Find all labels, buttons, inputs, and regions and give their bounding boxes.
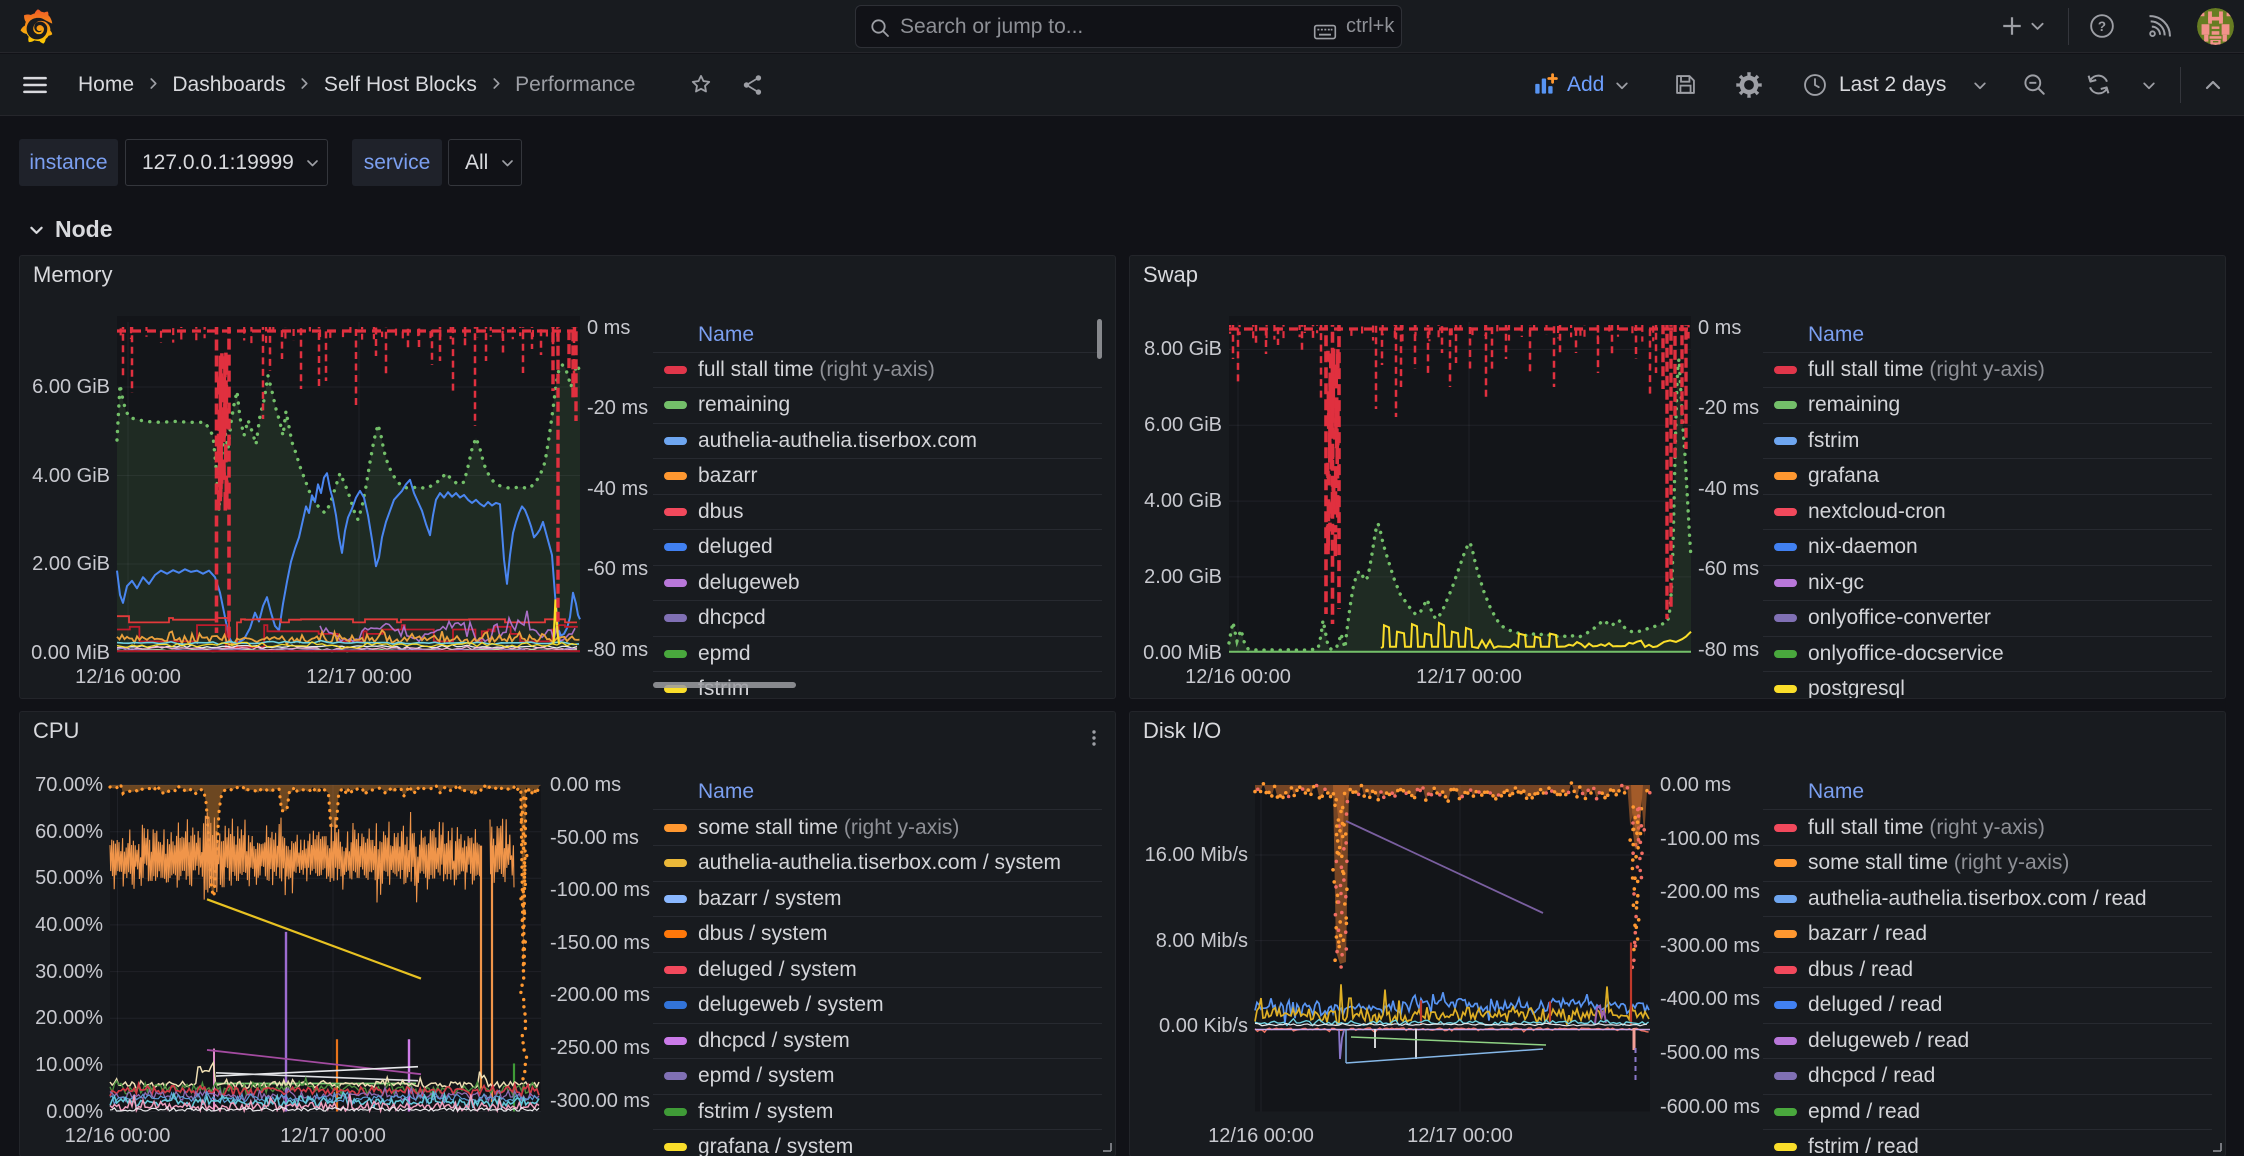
svg-text:?: ? xyxy=(2098,19,2106,34)
